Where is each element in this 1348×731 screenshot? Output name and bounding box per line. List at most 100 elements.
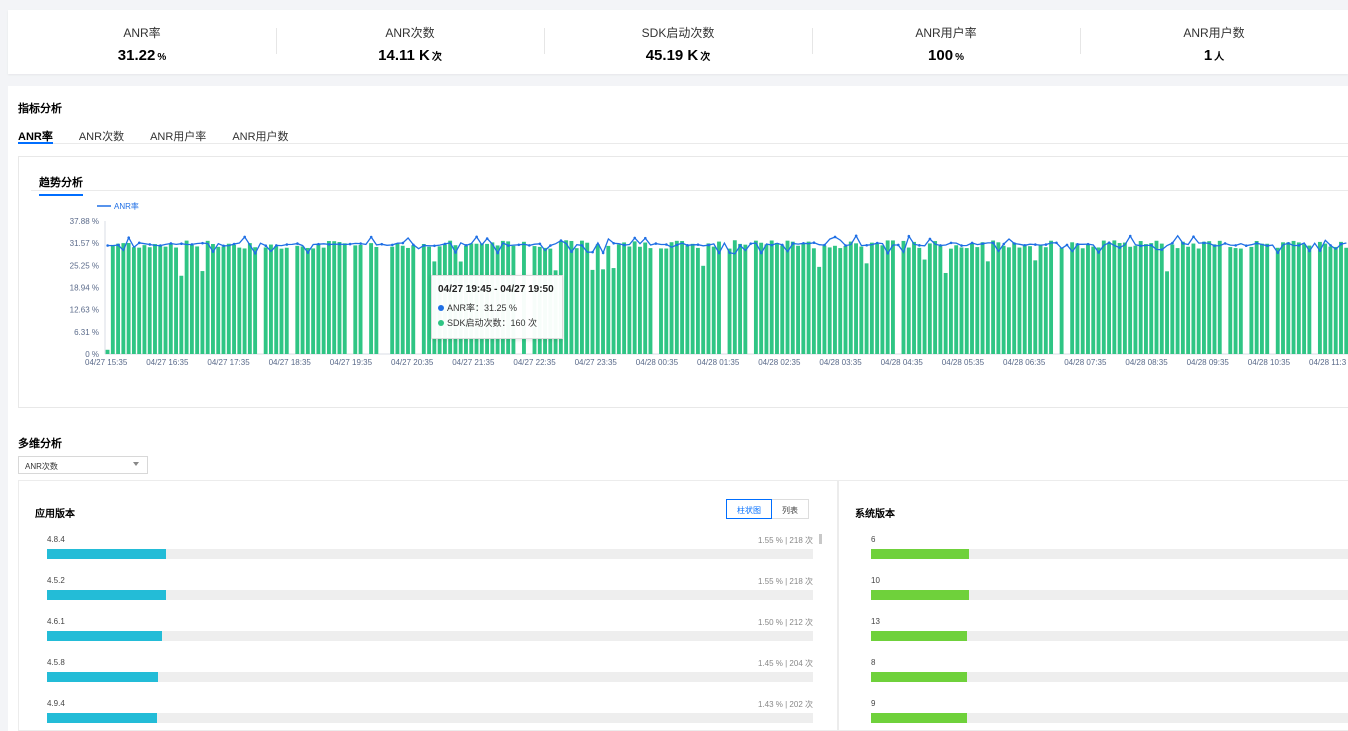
sdk-launch-bar — [1175, 248, 1180, 354]
tab-anr-user-count[interactable]: ANR用户数 — [232, 122, 288, 144]
anr-rate-point — [1086, 242, 1090, 246]
stat-anr-user-rate: ANR用户率 100% — [812, 10, 1080, 74]
stat-label: SDK启动次数 — [641, 26, 715, 40]
anr-rate-point — [380, 242, 384, 246]
sdk-launch-bar — [274, 246, 279, 354]
tab-anr-rate[interactable]: ANR率 — [18, 122, 53, 144]
os-version-row[interactable]: 8 — [871, 658, 1348, 684]
sdk-launch-bar — [569, 240, 574, 354]
anr-rate-point — [1065, 243, 1069, 247]
sdk-launch-bar — [316, 244, 321, 354]
x-tick-label: 04/28 11:3 — [1309, 358, 1347, 367]
toggle-bar-chart-button[interactable]: 柱状图 — [726, 499, 772, 519]
anr-rate-point — [897, 243, 900, 247]
sdk-launch-bar — [411, 245, 416, 354]
row-fill — [871, 549, 969, 559]
sdk-launch-bar — [590, 269, 595, 354]
dimension-select[interactable]: ANR次数 — [18, 456, 148, 474]
tab-trend-analysis[interactable]: 趋势分析 — [39, 174, 83, 196]
sdk-launch-bar — [732, 240, 737, 354]
row-fill — [871, 590, 969, 600]
sdk-launch-bar — [406, 247, 410, 354]
anr-rate-point — [1297, 244, 1301, 247]
sdk-launch-bar — [838, 248, 843, 354]
stat-value: 14.11 K次 — [378, 47, 442, 64]
anr-rate-point — [222, 244, 225, 248]
sdk-launch-bar — [711, 246, 716, 354]
sdk-launch-bar — [1117, 242, 1122, 354]
anr-rate-point — [1308, 249, 1311, 253]
anr-rate-point — [622, 243, 626, 247]
sdk-launch-bar — [827, 247, 832, 354]
sdk-launch-bar — [664, 248, 669, 354]
row-track — [47, 590, 813, 600]
anr-rate-point — [633, 236, 637, 240]
row-fill — [47, 590, 166, 600]
sdk-launch-bar — [996, 242, 1001, 354]
os-version-row[interactable]: 10 — [871, 576, 1348, 602]
sdk-launch-bar — [817, 266, 822, 354]
tab-anr-count[interactable]: ANR次数 — [79, 122, 124, 144]
sdk-launch-bar — [622, 242, 627, 354]
sdk-launch-bar — [854, 243, 858, 354]
sdk-launch-bar — [300, 246, 305, 354]
anr-rate-point — [1234, 244, 1237, 247]
app-version-row[interactable]: 4.9.4 1.43 % | 202 次 — [47, 699, 813, 725]
anr-rate-point — [116, 243, 120, 247]
y-tick-label: 31.57 % — [70, 239, 99, 248]
os-version-row[interactable]: 6 — [871, 535, 1348, 561]
sdk-launch-bar — [859, 246, 864, 354]
x-tick-label: 04/27 18:35 — [269, 358, 312, 367]
tab-anr-user-rate[interactable]: ANR用户率 — [150, 122, 206, 144]
view-toggle: 柱状图 列表 — [726, 499, 809, 519]
sdk-launch-bar — [1207, 241, 1212, 354]
anr-rate-point — [1139, 244, 1143, 248]
sdk-launch-bar — [211, 243, 215, 354]
sdk-launch-bar — [954, 245, 959, 354]
sdk-launch-bar — [226, 243, 231, 354]
app-version-row[interactable]: 4.8.4 1.55 % | 218 次 — [47, 535, 813, 561]
anr-rate-point — [1181, 242, 1185, 245]
anr-rate-point — [1213, 244, 1216, 248]
anr-rate-point — [390, 243, 394, 247]
x-tick-label: 04/28 07:35 — [1064, 358, 1107, 367]
sdk-launch-bar — [1028, 246, 1032, 354]
stat-label: ANR率 — [123, 26, 161, 40]
sdk-launch-bar — [147, 247, 152, 354]
sdk-launch-bar — [1191, 243, 1196, 354]
row-fill — [47, 549, 166, 559]
sdk-launch-bar — [126, 243, 131, 354]
sdk-launch-bar — [1043, 247, 1048, 354]
sdk-launch-bar — [247, 243, 252, 354]
sdk-launch-bar — [1228, 247, 1233, 354]
os-version-row[interactable]: 13 — [871, 617, 1348, 643]
sdk-launch-bar — [796, 245, 800, 354]
anr-rate-point — [359, 242, 362, 245]
sdk-launch-bar — [421, 244, 426, 354]
os-version-row[interactable]: 9 — [871, 699, 1348, 725]
sdk-launch-bar — [1001, 245, 1006, 354]
sdk-launch-bar — [648, 248, 653, 354]
sdk-launch-bar — [790, 241, 795, 354]
x-tick-label: 04/28 05:35 — [942, 358, 985, 367]
sdk-launch-bar — [137, 247, 142, 354]
anr-rate-point — [643, 236, 647, 240]
main-panel: 指标分析 ANR率 ANR次数 ANR用户率 ANR用户数 趋势分析 ANR率 3… — [8, 86, 1348, 731]
anr-rate-point — [528, 244, 531, 247]
anr-rate-point — [1097, 251, 1100, 254]
app-version-row[interactable]: 4.5.2 1.55 % | 218 次 — [47, 576, 813, 602]
sdk-launch-bar — [627, 246, 632, 354]
sdk-launch-bar — [1323, 243, 1328, 354]
sdk-launch-bar — [1249, 246, 1254, 354]
trend-chart[interactable]: ANR率 37.88 % 31.57 % 25.25 % 18.94 % 12.63 % 6… — [19, 197, 1348, 367]
toggle-list-button[interactable]: 列表 — [772, 499, 809, 519]
app-version-row[interactable]: 4.6.1 1.50 % | 212 次 — [47, 617, 813, 643]
sdk-launch-bar — [753, 240, 758, 354]
metric-section-title: 指标分析 — [18, 103, 62, 115]
sdk-launch-bar — [168, 243, 173, 354]
app-version-row[interactable]: 4.5.8 1.45 % | 204 次 — [47, 658, 813, 684]
sdk-launch-bar — [1107, 242, 1111, 354]
row-label: 4.9.4 — [47, 699, 65, 708]
sdk-launch-bar — [875, 243, 880, 354]
scrollbar-thumb[interactable] — [819, 534, 822, 544]
